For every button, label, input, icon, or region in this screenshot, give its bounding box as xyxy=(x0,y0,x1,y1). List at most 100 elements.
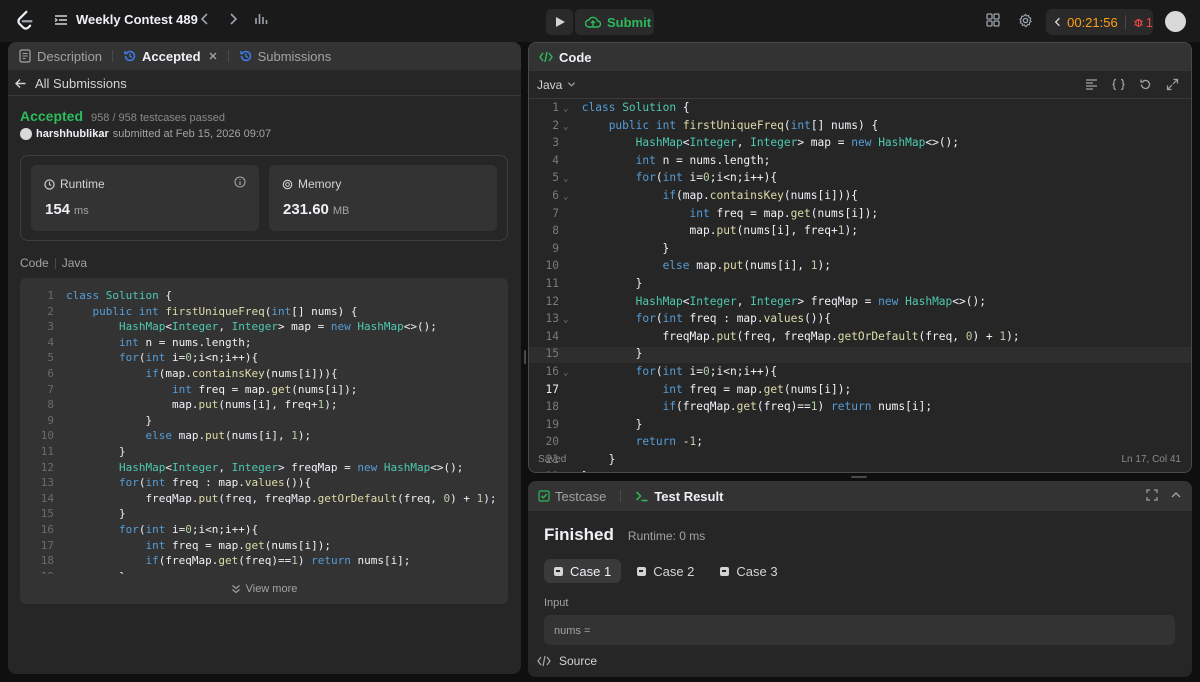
tab-test-result-label: Test Result xyxy=(654,488,724,504)
username[interactable]: harshhublikar xyxy=(36,128,109,140)
timer-divider xyxy=(1124,15,1126,29)
language-label: Java xyxy=(537,77,563,92)
view-more-label: View more xyxy=(245,583,298,595)
view-more-button[interactable]: View more xyxy=(20,574,508,604)
top-bar: Weekly Contest 489 Submit 00:21:56 1 xyxy=(0,0,1200,42)
editor-actions xyxy=(1085,78,1179,91)
memory-chip-icon xyxy=(282,179,293,189)
case-3-label: Case 3 xyxy=(736,563,778,579)
submission-panel: Description Accepted Submissions All Sub… xyxy=(8,42,521,674)
result-tabs: Testcase Test Result xyxy=(528,481,1192,511)
chevron-up-icon[interactable] xyxy=(1170,489,1182,501)
list-icon xyxy=(54,14,67,25)
timer-value: 00:21:56 xyxy=(1067,14,1118,30)
runtime-card[interactable]: Runtime 154 ms xyxy=(31,165,259,231)
submit-button[interactable]: Submit xyxy=(575,9,654,35)
memory-label: Memory xyxy=(298,177,342,191)
tab-test-result[interactable]: Test Result xyxy=(635,489,723,504)
result-actions xyxy=(1146,489,1182,501)
prev-problem-button[interactable] xyxy=(196,12,214,30)
notif-count: 1 xyxy=(1145,14,1153,30)
terminal-icon xyxy=(636,491,648,502)
left-tabs: Description Accepted Submissions xyxy=(8,42,521,70)
chevrons-down-icon xyxy=(231,585,240,594)
editor-header: Code xyxy=(529,43,1191,71)
user-avatar[interactable] xyxy=(20,128,32,140)
format-icon[interactable] xyxy=(1085,78,1098,91)
code-lang-row: Code Java xyxy=(20,256,87,270)
divider xyxy=(8,95,521,96)
runtime-unit: ms xyxy=(74,205,89,217)
language-select[interactable]: Java xyxy=(537,78,576,92)
status-text: Accepted xyxy=(20,108,84,124)
tab-divider xyxy=(227,50,229,62)
tab-testcase-label: Testcase xyxy=(555,488,607,504)
leetcode-logo-icon[interactable] xyxy=(14,10,36,32)
chevron-left-icon xyxy=(200,13,208,25)
code-icon xyxy=(539,51,553,63)
maximize-icon[interactable] xyxy=(1146,489,1158,501)
code-label: Code xyxy=(20,256,49,270)
input-box[interactable]: nums = xyxy=(544,615,1175,645)
info-icon[interactable] xyxy=(234,176,246,188)
lang-label: Java xyxy=(61,256,88,270)
expand-icon[interactable] xyxy=(1166,78,1179,91)
memory-card[interactable]: Memory 231.60 MB xyxy=(269,165,497,231)
tab-accepted[interactable]: Accepted xyxy=(123,49,218,64)
chevron-right-icon xyxy=(230,13,238,25)
tab-submissions[interactable]: Submissions xyxy=(239,48,332,64)
history-icon xyxy=(239,50,251,62)
layout-grid-icon xyxy=(986,13,1000,27)
contest-timer[interactable]: 00:21:56 1 xyxy=(1046,9,1153,35)
tab-submissions-label: Submissions xyxy=(257,48,332,64)
horizontal-resize-handle[interactable] xyxy=(851,476,867,478)
case-2-button[interactable]: Case 2 xyxy=(627,559,704,583)
reset-icon[interactable] xyxy=(1139,78,1152,91)
vertical-resize-handle[interactable] xyxy=(524,350,526,364)
back-to-submissions[interactable]: All Submissions xyxy=(14,76,127,91)
case-3-button[interactable]: Case 3 xyxy=(710,559,787,583)
case-1-label: Case 1 xyxy=(570,563,612,579)
stats-button[interactable] xyxy=(252,12,270,30)
chevron-left-icon xyxy=(1054,17,1060,27)
back-label: All Submissions xyxy=(35,76,127,91)
case-1-button[interactable]: Case 1 xyxy=(544,559,622,583)
cursor-position: Ln 17, Col 41 xyxy=(1121,454,1182,465)
runtime-label: Runtime xyxy=(60,177,105,191)
next-problem-button[interactable] xyxy=(224,12,242,30)
arrow-left-icon xyxy=(15,79,26,88)
bar-chart-icon xyxy=(255,14,268,24)
code-editor-panel: Code Java 1 ⌄ class Solution { 2 ⌄ public … xyxy=(528,42,1192,473)
run-button[interactable] xyxy=(546,9,573,35)
avatar[interactable] xyxy=(1165,11,1186,32)
tab-description[interactable]: Description xyxy=(18,49,102,64)
tab-testcase[interactable]: Testcase xyxy=(538,489,606,504)
close-icon[interactable] xyxy=(208,51,218,61)
play-icon xyxy=(555,17,565,27)
result-runtime: Runtime: 0 ms xyxy=(627,529,706,543)
history-icon xyxy=(124,50,136,62)
settings-button[interactable] xyxy=(1018,13,1033,31)
input-value: nums = xyxy=(554,625,591,637)
result-status: Finished xyxy=(544,525,614,544)
braces-icon[interactable] xyxy=(1112,78,1125,91)
case-icon xyxy=(637,566,647,576)
stats-card: Runtime 154 ms Memory 231.60 MB xyxy=(20,155,508,241)
contest-title[interactable]: Weekly Contest 489 xyxy=(54,12,198,27)
clock-icon xyxy=(44,178,55,190)
tab-divider xyxy=(112,50,114,62)
editor-title: Code xyxy=(559,49,592,65)
status-row: Accepted 958 / 958 testcases passed xyxy=(20,108,225,124)
input-label: Input xyxy=(544,597,569,609)
editor-code[interactable]: 1 ⌄ class Solution { 2 ⌄ public int firstU… xyxy=(537,100,1020,472)
source-button[interactable]: Source xyxy=(528,645,1192,677)
checkbox-icon xyxy=(538,490,550,502)
case-tabs: Case 1 Case 2 Case 3 xyxy=(544,559,788,583)
bug-icon xyxy=(1133,18,1143,27)
memory-value: 231.60 xyxy=(283,201,329,218)
submitted-at: submitted at Feb 15, 2026 09:07 xyxy=(112,128,272,140)
gear-icon xyxy=(1019,13,1032,28)
code-icon xyxy=(537,655,551,667)
layout-button[interactable] xyxy=(986,13,1000,30)
test-result-panel: Testcase Test Result Finished Runtime: 0… xyxy=(528,481,1192,677)
